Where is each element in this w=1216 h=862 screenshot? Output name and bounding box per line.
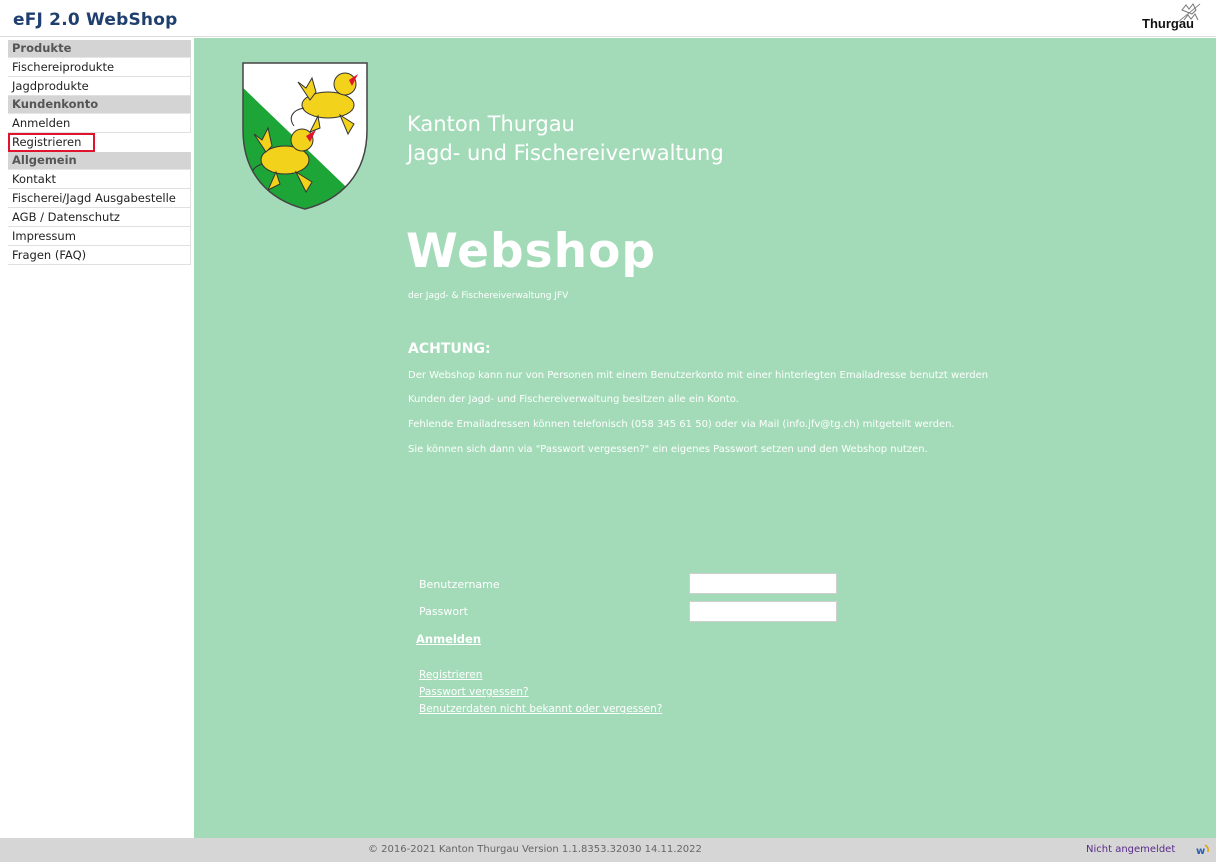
top-bar: eFJ 2.0 WebShop Thurgau [0, 0, 1216, 37]
forgot-password-link[interactable]: Passwort vergessen? [419, 686, 529, 698]
sidebar-item-anmelden[interactable]: Anmelden [8, 114, 191, 133]
sidebar: Produkte Fischereiprodukte Jagdprodukte … [8, 40, 191, 265]
login-status: Nicht angemeldet [1086, 844, 1176, 855]
copyright-text: © 2016-2021 Kanton Thurgau Version 1.1.8… [368, 844, 702, 855]
sidebar-item-kontakt[interactable]: Kontakt [8, 170, 191, 189]
register-link[interactable]: Registrieren [419, 669, 482, 681]
notice-line: Kunden der Jagd- und Fischereiverwaltung… [408, 394, 739, 405]
password-label: Passwort [419, 605, 468, 618]
username-input[interactable] [689, 573, 837, 594]
notice-line: Sie können sich dann via "Passwort verge… [408, 444, 928, 455]
webdesk-logo-icon: w [1196, 844, 1209, 857]
forgot-userdata-link[interactable]: Benutzerdaten nicht bekannt oder vergess… [419, 703, 662, 715]
sidebar-item-impressum[interactable]: Impressum [8, 227, 191, 246]
sidebar-item-fischereiprodukte[interactable]: Fischereiprodukte [8, 58, 191, 77]
kanton-line-2: Jagd- und Fischereiverwaltung [407, 141, 724, 165]
main-content: Kanton Thurgau Jagd- und Fischereiverwal… [194, 38, 1216, 838]
username-label: Benutzername [419, 578, 500, 591]
sidebar-section-produkte: Produkte [8, 40, 191, 58]
svg-text:w: w [1196, 846, 1205, 857]
webshop-subtitle: der Jagd- & Fischereiverwaltung JFV [408, 291, 569, 301]
notice-line: Der Webshop kann nur von Personen mit ei… [408, 370, 989, 381]
sidebar-item-registrieren[interactable]: Registrieren [8, 133, 95, 152]
sidebar-section-kundenkonto: Kundenkonto [8, 96, 191, 114]
sidebar-item-agb[interactable]: AGB / Datenschutz [8, 208, 191, 227]
login-button[interactable]: Anmelden [416, 632, 481, 646]
footer: © 2016-2021 Kanton Thurgau Version 1.1.8… [0, 838, 1216, 862]
notice-line: Fehlende Emailadressen können telefonisc… [408, 419, 955, 430]
coat-of-arms-icon [242, 62, 368, 210]
thurgau-lions-icon [1177, 3, 1201, 23]
app-title: eFJ 2.0 WebShop [13, 10, 178, 30]
sidebar-item-jagdprodukte[interactable]: Jagdprodukte [8, 77, 191, 96]
password-input[interactable] [689, 601, 837, 622]
sidebar-item-faq[interactable]: Fragen (FAQ) [8, 246, 191, 265]
kanton-heading: Kanton Thurgau Jagd- und Fischereiverwal… [407, 110, 724, 168]
kanton-line-1: Kanton Thurgau [407, 112, 575, 136]
sidebar-item-ausgabestelle[interactable]: Fischerei/Jagd Ausgabestelle [8, 189, 191, 208]
achtung-title: ACHTUNG: [408, 341, 491, 357]
webshop-title: Webshop [406, 224, 657, 279]
sidebar-section-allgemein: Allgemein [8, 152, 191, 170]
